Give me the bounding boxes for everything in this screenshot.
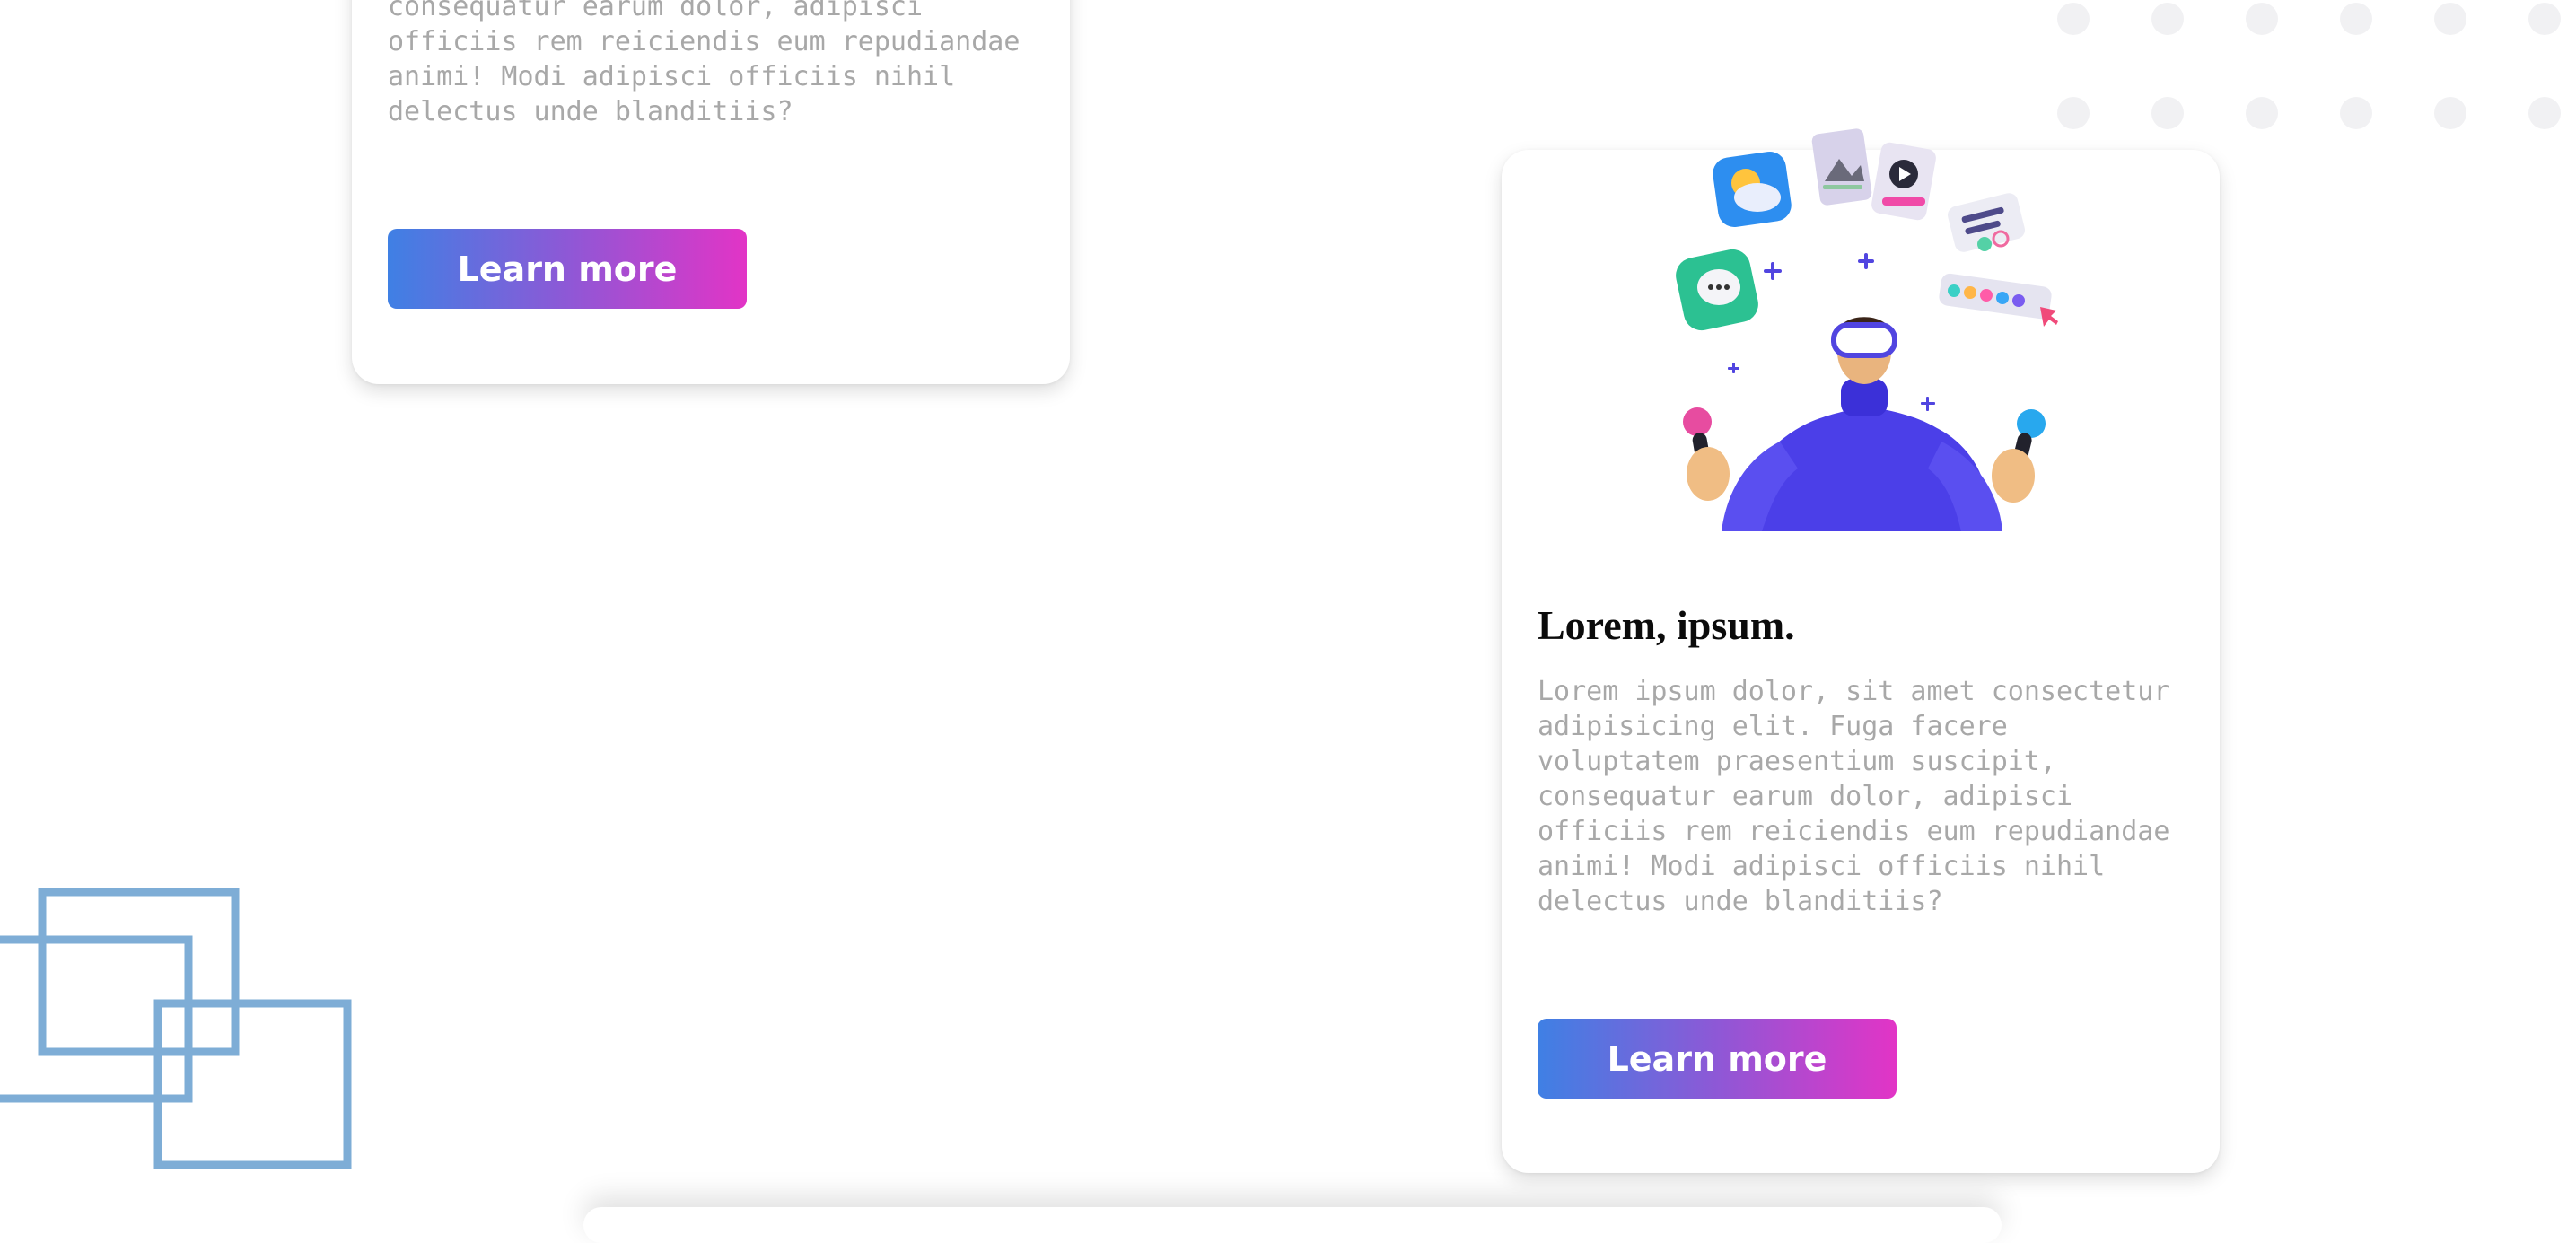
dot-decoration [2246,97,2278,129]
dots-pattern-decoration [2057,3,2576,129]
chat-app-icon [1676,249,1758,331]
card-title: Lorem, ipsum. [1538,602,1795,648]
dot-decoration [2434,3,2466,35]
dot-decoration [2246,3,2278,35]
feature-card-right: Lorem, ipsum. Lorem ipsum dolor, sit ame… [1502,128,2220,1173]
dot-decoration [2434,97,2466,129]
vr-person-juggling-apps-illustration [1676,128,2058,531]
dot-decoration [2057,3,2090,35]
overlapping-squares-decoration [0,888,352,1169]
card-description: consequatur earum dolor, adipisci offici… [388,0,1021,127]
learn-more-button[interactable]: Learn more [1538,1019,1897,1099]
dot-decoration [2151,3,2184,35]
weather-app-icon [1713,152,1792,227]
video-app-icon [1871,142,1936,221]
learn-more-button[interactable]: Learn more [388,229,747,309]
palette-app-icon [1939,273,2058,327]
sparkle-decorations [1728,253,1935,411]
card-description: Lorem ipsum dolor, sit amet consectetur … [1538,676,2170,917]
settings-app-icon [1948,193,2025,252]
dot-decoration [2528,97,2561,129]
image-app-icon [1811,128,1872,206]
feature-card-left: consequatur earum dolor, adipisci offici… [352,0,1070,384]
dot-decoration [2528,3,2561,35]
dot-decoration [2340,3,2372,35]
dot-decoration [2340,97,2372,129]
next-card-edge [583,1207,2002,1243]
dot-decoration [2151,97,2184,129]
